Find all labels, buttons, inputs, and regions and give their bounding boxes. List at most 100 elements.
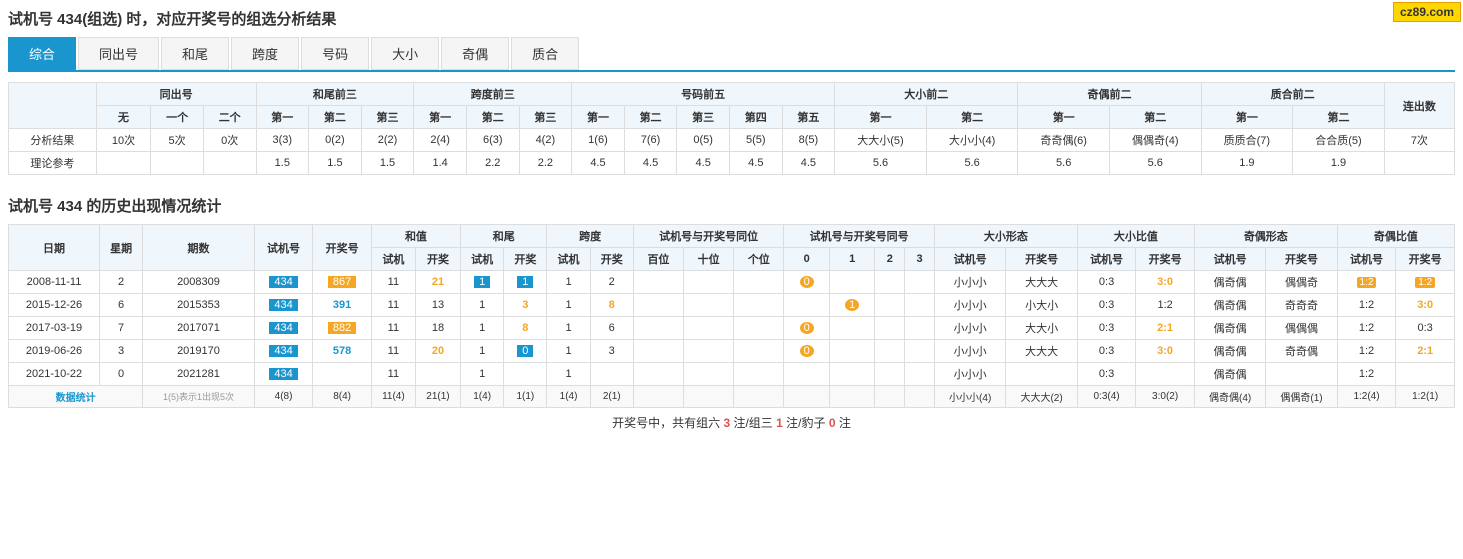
th-3-1 — [905, 271, 935, 294]
summary-th0 — [784, 386, 830, 408]
tab-kuadu[interactable]: 跨度 — [231, 37, 299, 70]
tw-ge-3 — [734, 317, 784, 340]
th-th-1: 1 — [829, 248, 875, 271]
summary-kaijang: 8(4) — [313, 386, 372, 408]
summary-label: 数据统计 — [9, 386, 143, 408]
analysis-table: 同出号 和尾前三 跨度前三 号码前五 大小前二 奇偶前二 质合前二 连出数 无 … — [8, 82, 1455, 175]
date-2: 2015-12-26 — [9, 294, 100, 317]
kd-shiji-5: 1 — [547, 363, 590, 386]
dx-kaijang-4: 大大大 — [1006, 340, 1077, 363]
th-jbz-kaijang: 开奖号 — [1396, 248, 1455, 271]
dxbz-shiji-5: 0:3 — [1077, 363, 1136, 386]
result-erge: 0次 — [203, 129, 256, 152]
jbz-kaijang-1: 1:2 — [1396, 271, 1455, 294]
result-daxiao2: 大小小(4) — [926, 129, 1018, 152]
tw-bai-2 — [633, 294, 683, 317]
jx-kaijang-2: 奇奇奇 — [1266, 294, 1337, 317]
th-haoma3: 第三 — [677, 106, 730, 129]
th-2-4 — [875, 340, 905, 363]
th-period: 期数 — [143, 225, 255, 271]
th-jiouu1: 第一 — [1018, 106, 1110, 129]
th-3-3 — [905, 317, 935, 340]
shiji-badge-1: 434 — [269, 276, 297, 288]
th1-badge-2: 1 — [845, 299, 859, 311]
kuadu-header: 跨度前三 — [414, 83, 572, 106]
th-kuadu3: 第三 — [519, 106, 572, 129]
th-jbz-shiji: 试机号 — [1337, 248, 1396, 271]
th-2-3 — [875, 317, 905, 340]
th-3-2 — [905, 294, 935, 317]
th-2-5 — [875, 363, 905, 386]
dxbz-kaijang-3: 2:1 — [1136, 317, 1195, 340]
tab-zhihe[interactable]: 质合 — [511, 37, 579, 70]
tab-haoma[interactable]: 号码 — [301, 37, 369, 70]
th-0-4: 0 — [784, 340, 830, 363]
th-hewei2: 第二 — [309, 106, 362, 129]
shiji-5: 434 — [254, 363, 313, 386]
tab-daxiao[interactable]: 大小 — [371, 37, 439, 70]
theory-hewei3: 1.5 — [361, 152, 414, 175]
zhihe-header: 质合前二 — [1201, 83, 1384, 106]
hw-kaijang-5 — [504, 363, 547, 386]
tab-tonghao[interactable]: 同出号 — [78, 37, 159, 70]
history-row-2: 2015-12-26 6 2015353 434 391 11 13 1 3 1… — [9, 294, 1455, 317]
kd-shiji-3: 1 — [547, 317, 590, 340]
th-daxiao-xintai-group: 大小形态 — [934, 225, 1077, 248]
kd-kaijang-3: 6 — [590, 317, 633, 340]
th-1-1 — [829, 271, 875, 294]
page-title: 试机号 434(组选) 时，对应开奖号的组选分析结果 — [8, 8, 1455, 29]
th-daxiao1: 第一 — [835, 106, 927, 129]
kaijang-val-4: 578 — [333, 345, 351, 357]
jbz-shiji-5: 1:2 — [1337, 363, 1396, 386]
summary-dx-shiji: 小小小(4) — [934, 386, 1005, 408]
th-tw-bai: 百位 — [633, 248, 683, 271]
weekday-4: 3 — [100, 340, 143, 363]
result-haoma2: 7(6) — [624, 129, 677, 152]
tab-jiouu[interactable]: 奇偶 — [441, 37, 509, 70]
theory-haoma4: 4.5 — [729, 152, 782, 175]
result-hewei1: 3(3) — [256, 129, 309, 152]
dx-shiji-4: 小小小 — [934, 340, 1005, 363]
date-1: 2008-11-11 — [9, 271, 100, 294]
summary-hw-kaijang: 1(1) — [504, 386, 547, 408]
summary-tw-shi — [684, 386, 734, 408]
jbz-kaijang-5 — [1396, 363, 1455, 386]
theory-kuadu3: 2.2 — [519, 152, 572, 175]
dx-shiji-5: 小小小 — [934, 363, 1005, 386]
footer-zu3: 1 — [776, 416, 783, 430]
daxiao-header: 大小前二 — [835, 83, 1018, 106]
summary-jbz-shiji: 1:2(4) — [1337, 386, 1396, 408]
kd-kaijang-5 — [590, 363, 633, 386]
history-table: 日期 星期 期数 试机号 开奖号 和值 和尾 跨度 试机号与开奖号同位 试机号与… — [8, 224, 1455, 408]
th-daxiao2: 第二 — [926, 106, 1018, 129]
tonghao-header: 同出号 — [96, 83, 256, 106]
summary-kd-shiji: 1(4) — [547, 386, 590, 408]
shiji-2: 434 — [254, 294, 313, 317]
shiji-3: 434 — [254, 317, 313, 340]
summary-note: 1(5)表示1出现5次 — [143, 386, 255, 408]
th-jiouu-xingtai-group: 奇偶形态 — [1194, 225, 1337, 248]
hw-kaijang-4: 0 — [504, 340, 547, 363]
dx-kaijang-5 — [1006, 363, 1077, 386]
theory-row: 理论参考 1.5 1.5 1.5 1.4 2.2 2.2 4.5 4.5 4.5… — [9, 152, 1455, 175]
tab-comprehensive[interactable]: 综合 — [8, 37, 76, 70]
tw-shi-5 — [684, 363, 734, 386]
jbz-kaijang-3: 0:3 — [1396, 317, 1455, 340]
summary-hz-shiji: 11(4) — [371, 386, 415, 408]
th-hewei3: 第三 — [361, 106, 414, 129]
jbz-shiji-4: 1:2 — [1337, 340, 1396, 363]
hw-shiji-badge-1: 1 — [474, 276, 490, 288]
tabs-bar: 综合 同出号 和尾 跨度 号码 大小 奇偶 质合 — [8, 37, 1455, 72]
th-tonghao-group: 试机号与开奖号同号 — [784, 225, 935, 248]
dx-shiji-1: 小小小 — [934, 271, 1005, 294]
weekday-2: 6 — [100, 294, 143, 317]
summary-jbz-kaijang: 1:2(1) — [1396, 386, 1455, 408]
tab-hewei[interactable]: 和尾 — [161, 37, 229, 70]
kd-shiji-4: 1 — [547, 340, 590, 363]
hz-kaijang-4: 20 — [415, 340, 460, 363]
hw-kaijang-2: 3 — [504, 294, 547, 317]
th-hewei1: 第一 — [256, 106, 309, 129]
dx-shiji-2: 小小小 — [934, 294, 1005, 317]
kaijang-badge-3: 882 — [328, 322, 356, 334]
summary-shiji: 4(8) — [254, 386, 313, 408]
